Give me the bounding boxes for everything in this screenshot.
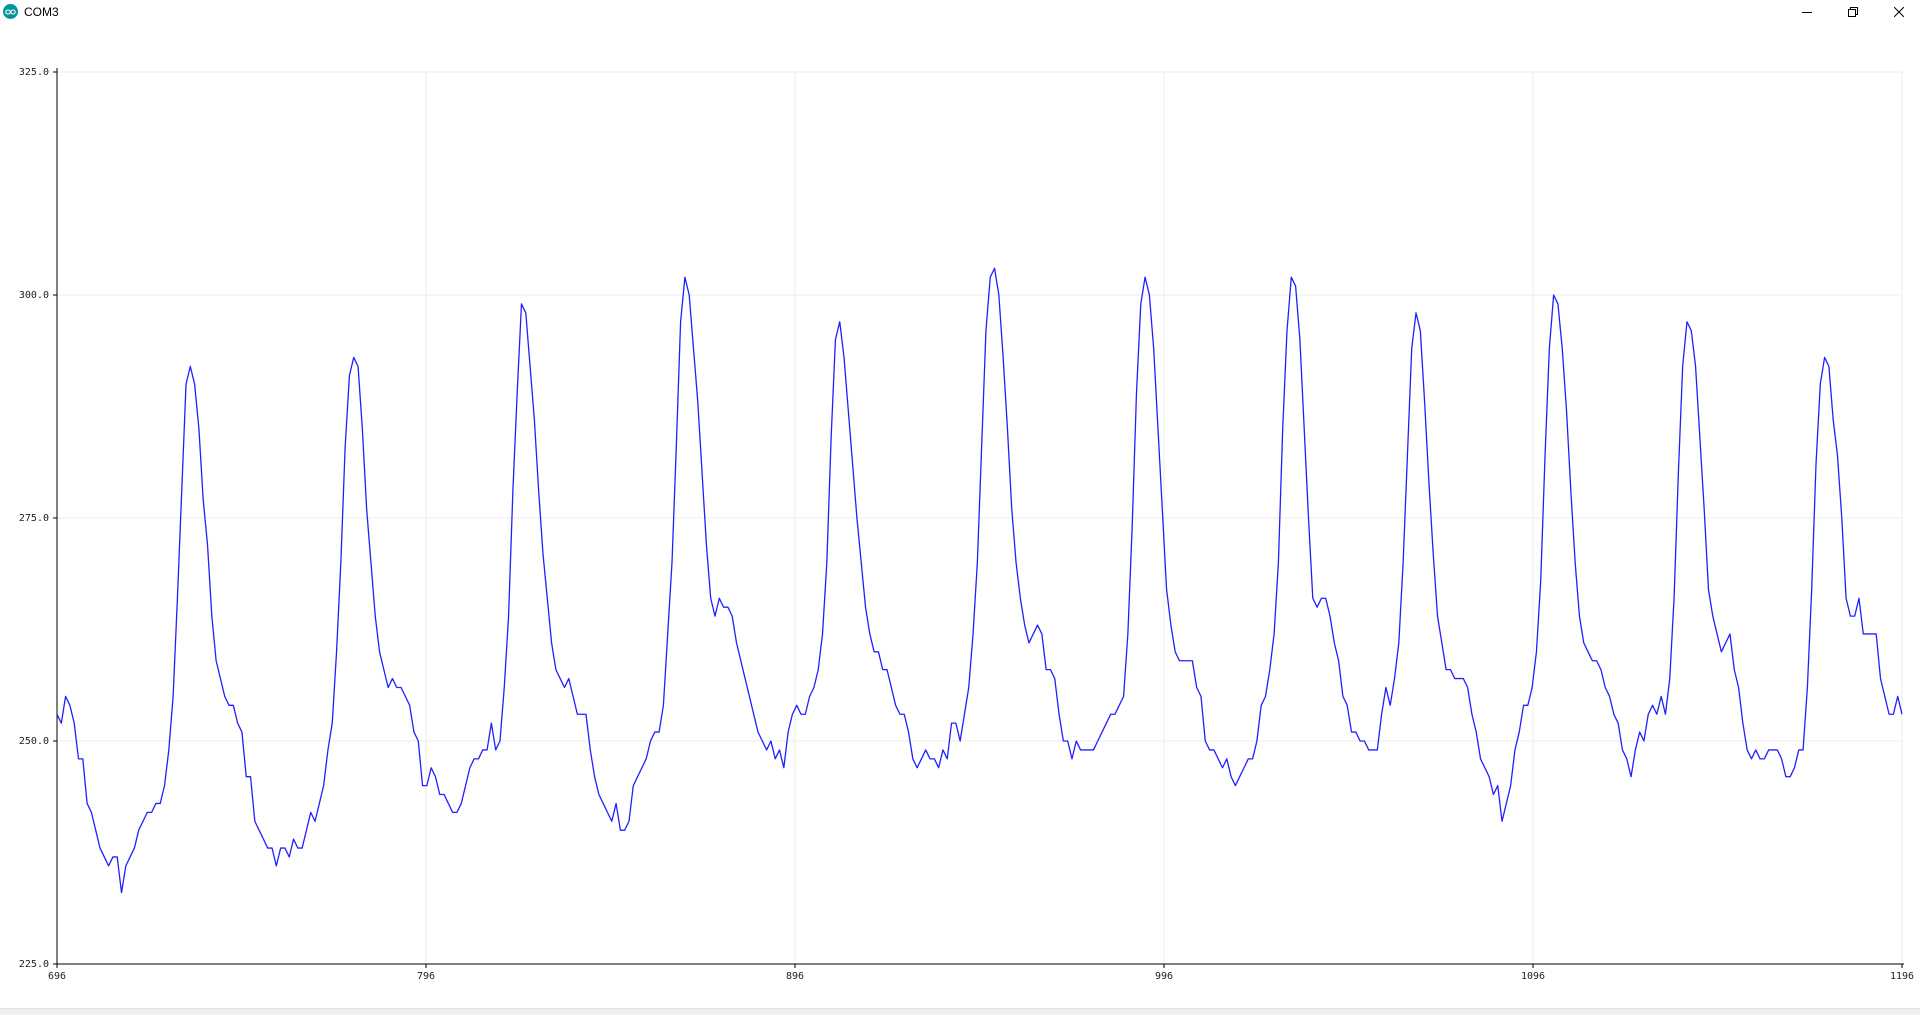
serial-plot-chart: 225.0 250.0 275.0 300.0 325.0 696 796 896 996 109… bbox=[19, 67, 1914, 982]
restore-icon bbox=[1848, 7, 1858, 17]
series-line-0 bbox=[56, 267, 1903, 894]
x-tick-label: 796 bbox=[417, 971, 435, 982]
window-title: COM3 bbox=[24, 5, 59, 19]
serial-plotter-window: COM3 225.0 250.0 275.0 300.0 325.0 696 796 896 9… bbox=[0, 0, 1920, 1015]
x-tick-label: 696 bbox=[48, 971, 66, 982]
restore-button[interactable] bbox=[1830, 0, 1876, 24]
y-tick-label: 300.0 bbox=[19, 290, 49, 301]
x-tick-label: 1096 bbox=[1521, 971, 1545, 982]
minimize-button[interactable] bbox=[1784, 0, 1830, 24]
minimize-icon bbox=[1802, 12, 1812, 13]
y-tick-label: 325.0 bbox=[19, 67, 49, 78]
x-tick-label: 996 bbox=[1155, 971, 1173, 982]
close-button[interactable] bbox=[1876, 0, 1920, 24]
y-tick-label: 250.0 bbox=[19, 736, 49, 747]
close-icon bbox=[1894, 7, 1904, 17]
x-tick-label: 896 bbox=[786, 971, 804, 982]
series-layer bbox=[56, 267, 1903, 894]
y-tick-label: 225.0 bbox=[19, 959, 49, 970]
title-bar[interactable]: COM3 bbox=[0, 0, 1920, 24]
y-tick-label: 275.0 bbox=[19, 513, 49, 524]
bottom-strip bbox=[0, 1008, 1920, 1015]
arduino-logo-icon bbox=[3, 4, 18, 19]
x-tick-label: 1196 bbox=[1890, 971, 1914, 982]
plot-area: 225.0 250.0 275.0 300.0 325.0 696 796 896 996 109… bbox=[0, 24, 1920, 1015]
